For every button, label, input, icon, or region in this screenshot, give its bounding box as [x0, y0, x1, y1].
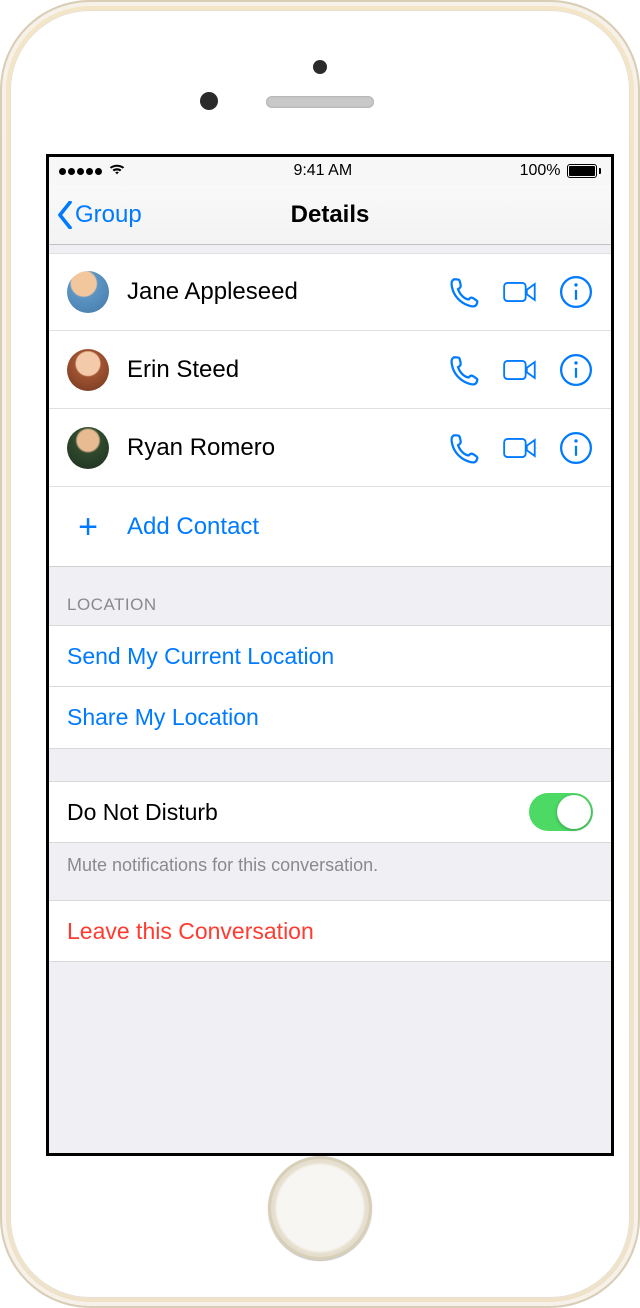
info-button[interactable]: [559, 353, 593, 387]
dnd-label: Do Not Disturb: [67, 799, 218, 826]
proximity-sensor-icon: [200, 92, 218, 110]
call-button[interactable]: [447, 353, 481, 387]
device-bezel: 9:41 AM 100% Group Details: [10, 10, 630, 1298]
send-location-button[interactable]: Send My Current Location: [49, 625, 611, 687]
video-icon: [503, 353, 537, 387]
dnd-row: Do Not Disturb: [49, 781, 611, 843]
chevron-left-icon: [57, 201, 73, 229]
info-icon: [559, 431, 593, 465]
location-section-header: LOCATION: [49, 567, 611, 625]
video-icon: [503, 275, 537, 309]
contact-row[interactable]: Jane Appleseed: [49, 253, 611, 331]
volume-up-button: [0, 290, 2, 354]
call-button[interactable]: [447, 431, 481, 465]
toggle-knob: [557, 795, 591, 829]
video-call-button[interactable]: [503, 275, 537, 309]
home-button[interactable]: [268, 1156, 372, 1260]
phone-icon: [447, 353, 481, 387]
section-spacer: [49, 749, 611, 781]
video-icon: [503, 431, 537, 465]
avatar: [67, 349, 109, 391]
phone-icon: [447, 275, 481, 309]
avatar: [67, 271, 109, 313]
volume-down-button: [0, 370, 2, 434]
call-button[interactable]: [447, 275, 481, 309]
info-icon: [559, 275, 593, 309]
dnd-toggle[interactable]: [529, 793, 593, 831]
info-button[interactable]: [559, 431, 593, 465]
earpiece-speaker-icon: [266, 96, 374, 108]
phone-icon: [447, 431, 481, 465]
status-bar: 9:41 AM 100%: [49, 157, 611, 185]
contact-name: Erin Steed: [127, 356, 447, 384]
contact-name: Jane Appleseed: [127, 278, 447, 306]
contact-row[interactable]: Ryan Romero: [49, 409, 611, 487]
avatar: [67, 427, 109, 469]
add-contact-button[interactable]: + Add Contact: [49, 487, 611, 567]
info-button[interactable]: [559, 275, 593, 309]
back-button[interactable]: Group: [57, 201, 142, 229]
video-call-button[interactable]: [503, 353, 537, 387]
video-call-button[interactable]: [503, 431, 537, 465]
info-icon: [559, 353, 593, 387]
dnd-footer-note: Mute notifications for this conversation…: [49, 843, 611, 900]
participants-section: Jane Appleseed Erin Steed: [49, 253, 611, 567]
back-label: Group: [75, 201, 142, 229]
wifi-icon: [108, 162, 126, 181]
share-location-button[interactable]: Share My Location: [49, 687, 611, 749]
send-location-label: Send My Current Location: [67, 643, 334, 670]
navigation-bar: Group Details: [49, 185, 611, 245]
screen: 9:41 AM 100% Group Details: [46, 154, 614, 1156]
iphone-device-frame: 9:41 AM 100% Group Details: [0, 0, 640, 1308]
mute-switch: [0, 220, 2, 256]
battery-icon: [567, 164, 602, 178]
leave-conversation-label: Leave this Conversation: [67, 918, 314, 945]
contact-name: Ryan Romero: [127, 434, 447, 462]
contact-row[interactable]: Erin Steed: [49, 331, 611, 409]
share-location-label: Share My Location: [67, 704, 259, 731]
front-camera-icon: [313, 60, 327, 74]
battery-percent: 100%: [520, 162, 561, 180]
plus-icon: +: [67, 510, 109, 544]
add-contact-label: Add Contact: [127, 513, 259, 541]
leave-conversation-button[interactable]: Leave this Conversation: [49, 900, 611, 962]
cell-signal-icon: [59, 168, 102, 175]
status-time: 9:41 AM: [126, 162, 520, 180]
